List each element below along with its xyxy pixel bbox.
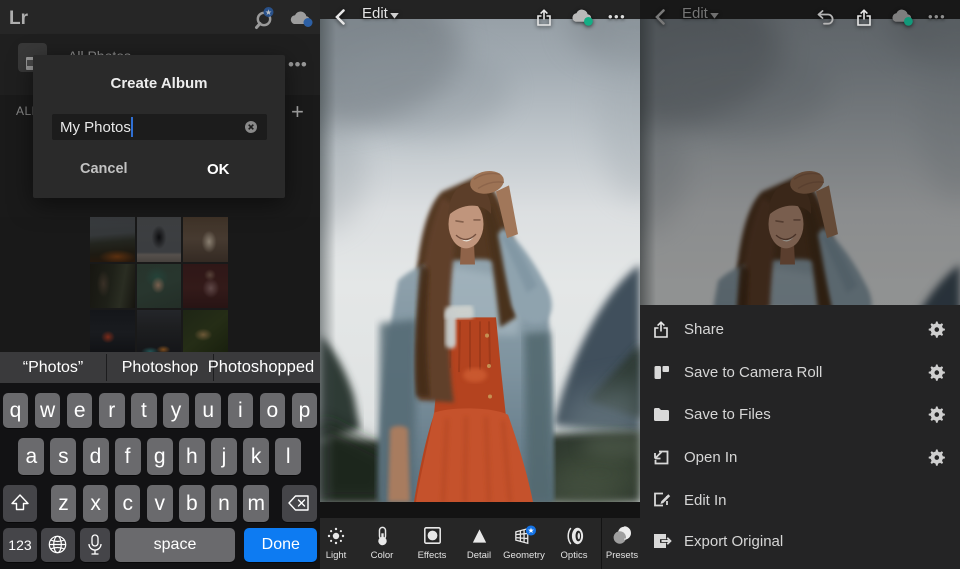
svg-text:★: ★ xyxy=(528,526,535,535)
svg-text:★: ★ xyxy=(265,8,272,17)
